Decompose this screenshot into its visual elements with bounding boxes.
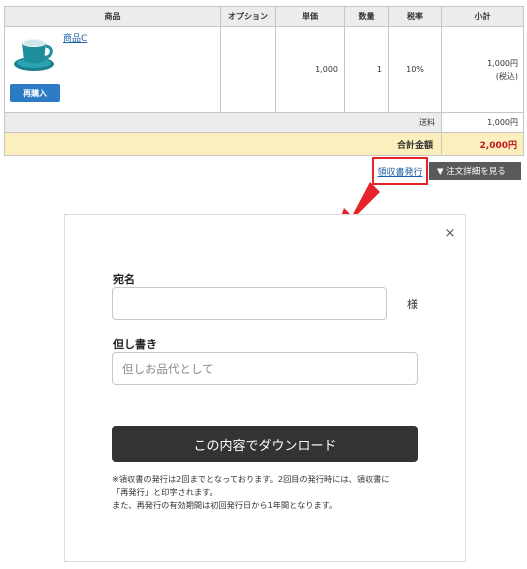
total-label: 合計金額 — [4, 132, 442, 156]
option-cell — [220, 26, 276, 113]
header-quantity: 数量 — [344, 6, 389, 27]
product-cell: 商品C 再購入 — [4, 26, 221, 113]
subtotal-cell: 1,000円 (税込) — [441, 26, 524, 113]
header-unit-price: 単価 — [275, 6, 345, 27]
notice-line: 「再発行」と印字されます。 — [112, 487, 218, 497]
notice-line: また、再発行の有効期間は初回発行日から1年間となります。 — [112, 500, 338, 510]
notice-line: ※領収書の発行は2回までとなっております。2回目の発行時には、領収書に — [112, 474, 390, 484]
quantity-cell: 1 — [344, 26, 389, 113]
proviso-label: 但し書き — [113, 338, 157, 351]
receipt-issue-link[interactable]: 領収書発行 — [377, 165, 422, 178]
header-option: オプション — [220, 6, 276, 27]
subtotal-value: 1,000円 — [487, 58, 518, 68]
receipt-modal: × 宛名 様 但し書き この内容でダウンロード ※領収書の発行は2回までとなって… — [64, 214, 466, 562]
addressee-label: 宛名 — [113, 273, 135, 286]
honorific-suffix: 様 — [407, 298, 418, 311]
rebuy-button[interactable]: 再購入 — [10, 84, 60, 102]
header-subtotal: 小計 — [441, 6, 524, 27]
download-button[interactable]: この内容でダウンロード — [112, 426, 418, 462]
shipping-row: 送料 1,000円 — [4, 112, 524, 133]
tax-rate-cell: 10% — [388, 26, 442, 113]
header-product: 商品 — [4, 6, 221, 27]
close-icon[interactable]: × — [443, 227, 457, 241]
total-row: 合計金額 2,000円 — [4, 132, 524, 156]
shipping-value: 1,000円 — [441, 112, 524, 133]
order-detail-button[interactable]: ▼ 注文詳細を見る — [429, 162, 521, 180]
table-row: 商品C 再購入 1,000 1 10% 1,000円 (税込) — [4, 26, 524, 113]
subtotal-tax-note: (税込) — [495, 71, 518, 81]
product-name-link[interactable]: 商品C — [63, 31, 87, 44]
order-table: 商品 オプション 単価 数量 税率 小計 商品C 再購入 1,000 1 10%… — [4, 6, 524, 156]
unit-price-cell: 1,000 — [275, 26, 345, 113]
addressee-input[interactable] — [112, 287, 387, 320]
shipping-label: 送料 — [4, 112, 442, 133]
table-header-row: 商品 オプション 単価 数量 税率 小計 — [4, 6, 524, 27]
total-value: 2,000円 — [441, 132, 524, 156]
product-image[interactable] — [12, 31, 56, 75]
proviso-input[interactable] — [112, 352, 418, 385]
notice-text: ※領収書の発行は2回までとなっております。2回目の発行時には、領収書に 「再発行… — [112, 473, 432, 512]
header-tax-rate: 税率 — [388, 6, 442, 27]
